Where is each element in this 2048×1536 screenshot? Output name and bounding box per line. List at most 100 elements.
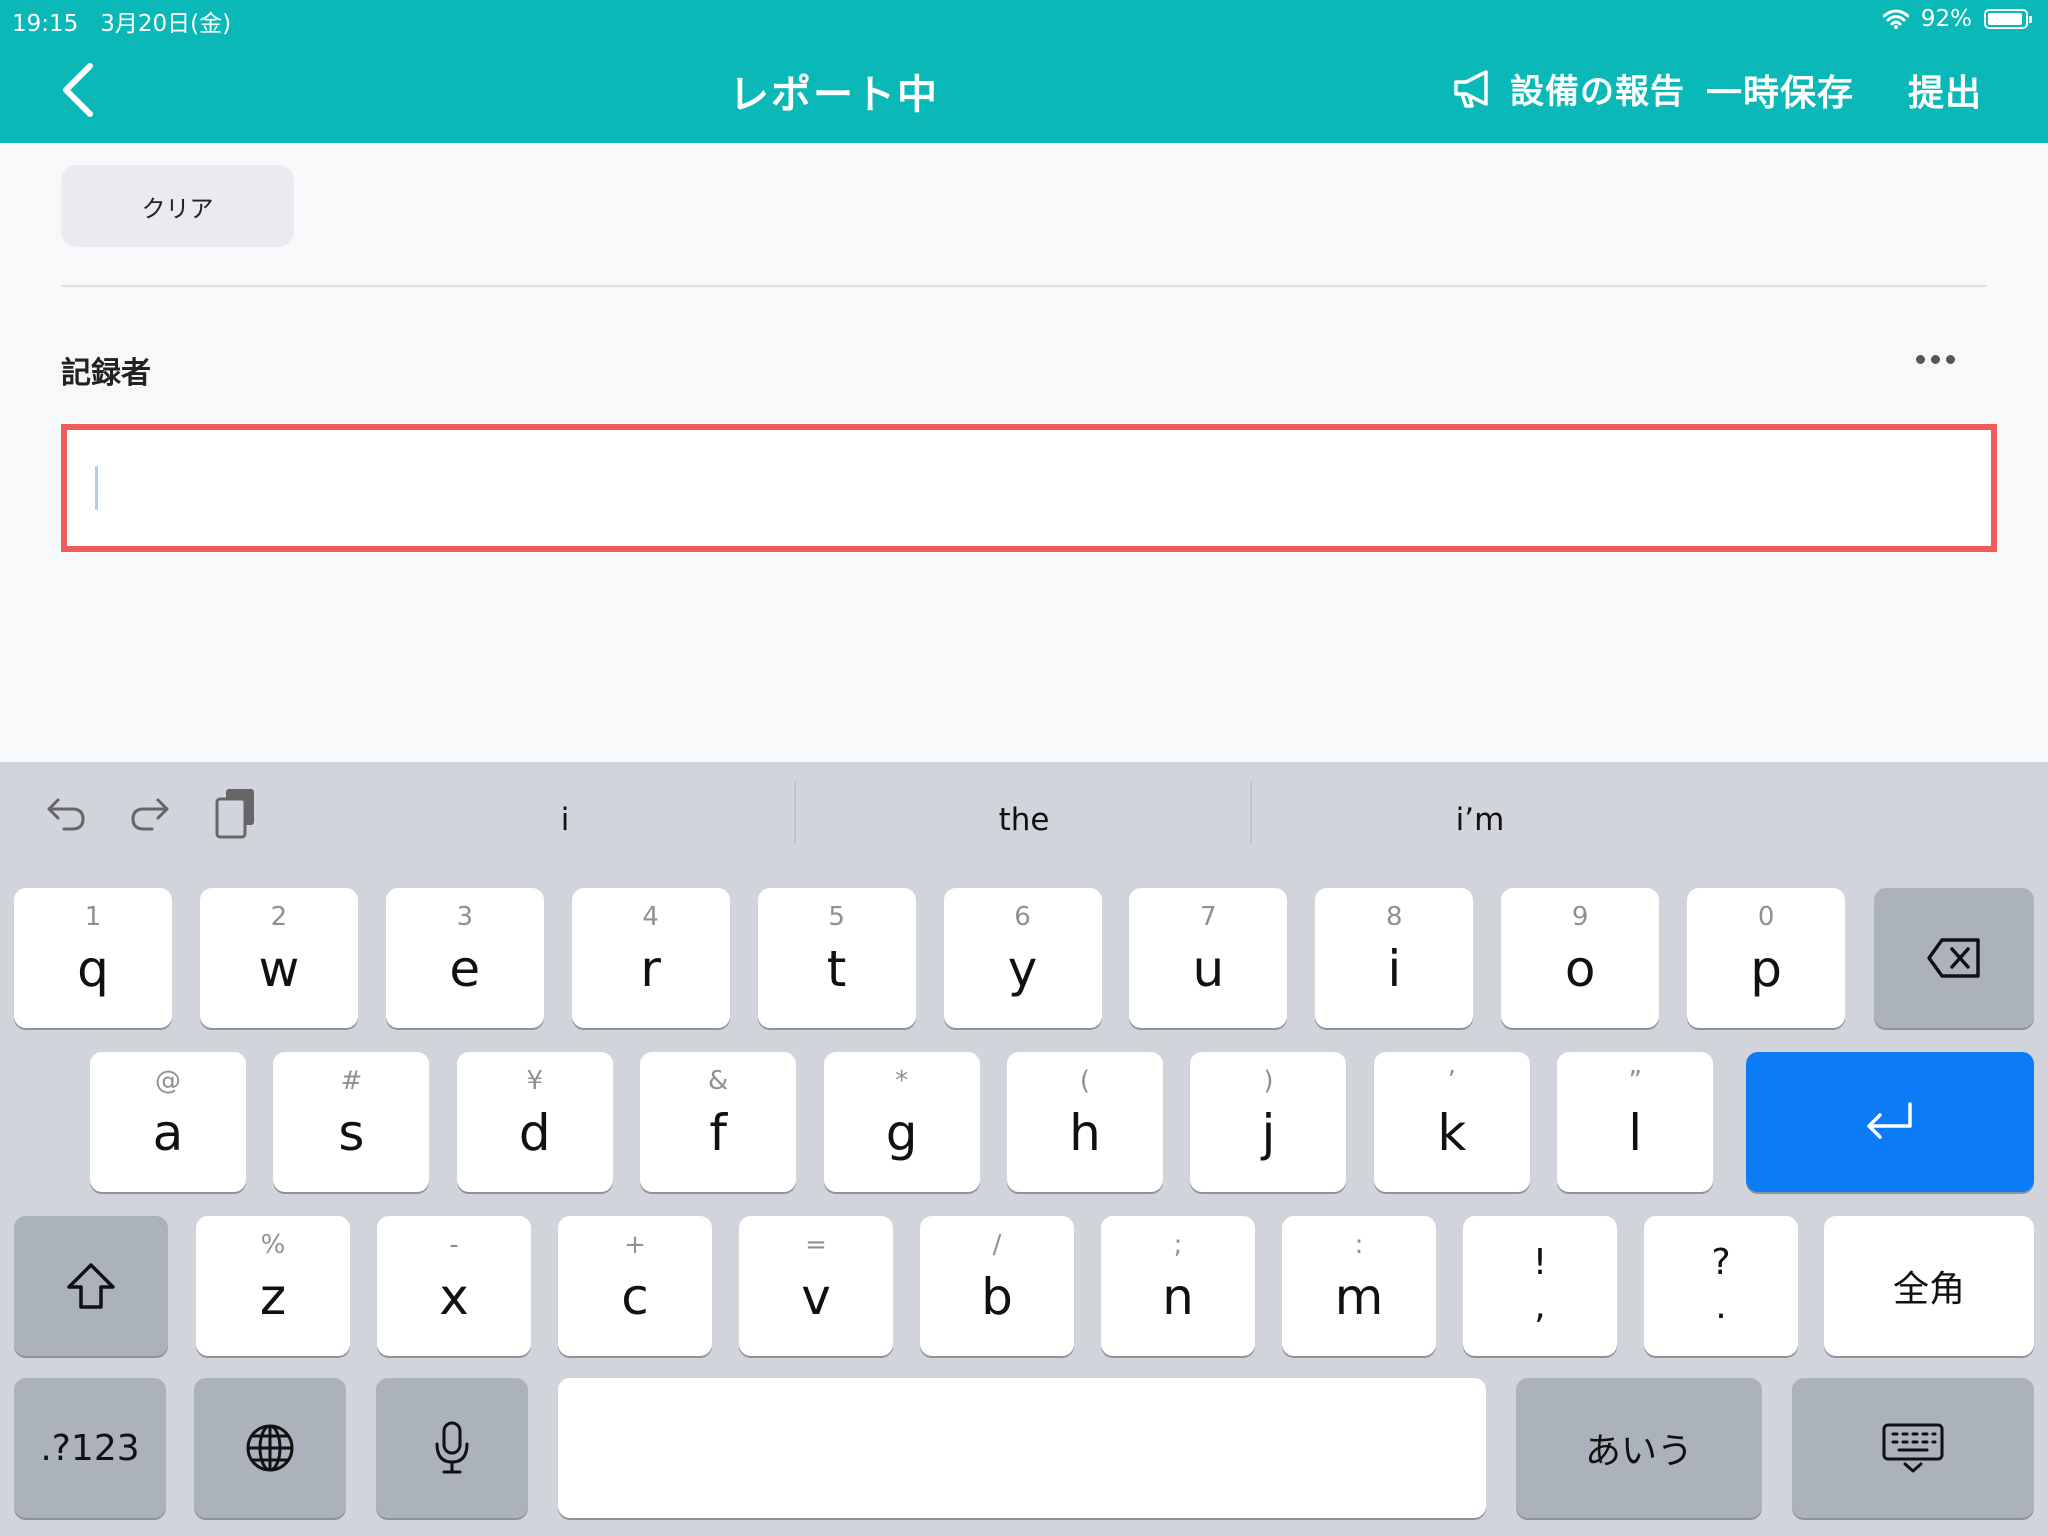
key-primary-label: t (826, 940, 847, 998)
return-icon (1867, 1102, 1912, 1139)
key-primary-label: d (518, 1104, 551, 1162)
report-equipment-label: 設備の報告 (1510, 72, 1685, 112)
key-v[interactable]: = v (739, 1216, 893, 1356)
space-key[interactable] (558, 1378, 1486, 1518)
key-secondary-label: @ (155, 1066, 181, 1096)
key-primary-label: z (259, 1268, 287, 1326)
key-primary-label: c (621, 1268, 649, 1326)
key-s[interactable]: # s (273, 1052, 430, 1192)
key-primary-label: m (1334, 1268, 1384, 1326)
key-k[interactable]: ’ k (1373, 1052, 1530, 1192)
key-secondary-label: # (340, 1066, 363, 1096)
key-secondary-label: 0 (1757, 902, 1775, 932)
key-t[interactable]: 5t (757, 888, 916, 1028)
key-r[interactable]: 4r (571, 888, 730, 1028)
key-primary-label: v (801, 1268, 831, 1326)
key-g[interactable]: * g (823, 1052, 980, 1192)
numbers-key-label: .?123 (40, 1427, 140, 1469)
key-secondary-label: : (1354, 1230, 1364, 1260)
key-primary-label: o (1564, 940, 1596, 998)
prediction-3[interactable]: i’m (1252, 802, 1708, 842)
save-draft-button[interactable]: 一時保存 (1706, 64, 1854, 116)
globe-key[interactable] (194, 1378, 346, 1518)
key-a[interactable]: @ a (90, 1052, 246, 1192)
prediction-2[interactable]: the (796, 802, 1252, 842)
key-u[interactable]: 7u (1129, 888, 1288, 1028)
key-secondary-label: * (895, 1066, 909, 1096)
key-e[interactable]: 3e (385, 888, 544, 1028)
submit-button[interactable]: 提出 (1908, 64, 1982, 116)
navigation-bar: 19:15 3月20日(金) 92% レポート中 設備の報告 一時保存 提出 (0, 0, 2048, 143)
status-time: 19:15 (12, 11, 79, 37)
key-primary-label: b (981, 1268, 1013, 1326)
key-i[interactable]: 8i (1315, 888, 1474, 1028)
key-secondary-label: ( (1079, 1066, 1091, 1096)
wifi-icon (1882, 9, 1909, 29)
key-d[interactable]: ¥ d (456, 1052, 613, 1192)
key-primary-label: r (640, 940, 661, 998)
clear-button[interactable]: クリア (61, 165, 294, 247)
key-primary-label: h (1069, 1104, 1101, 1162)
delete-key[interactable] (1874, 888, 2034, 1028)
key-secondary-label: 7 (1200, 902, 1217, 932)
kana-key[interactable]: あいう (1516, 1378, 1762, 1518)
punctuation-key-1[interactable]: !, (1463, 1216, 1617, 1356)
key-secondary-label: & (708, 1066, 729, 1096)
recorder-input[interactable] (61, 424, 1997, 552)
key-q[interactable]: 1q (14, 888, 172, 1028)
key-primary-label: y (1007, 940, 1038, 998)
key-c[interactable]: + c (558, 1216, 712, 1356)
key-upper-symbol: ? (1711, 1242, 1731, 1283)
key-p[interactable]: 0p (1687, 888, 1846, 1028)
key-secondary-label: ¥ (526, 1066, 544, 1096)
key-primary-label: i (1387, 940, 1402, 998)
key-primary-label: j (1261, 1104, 1276, 1162)
more-options-icon[interactable] (1916, 355, 1955, 364)
status-bar-time: 19:15 3月20日(金) (12, 4, 231, 38)
globe-icon (246, 1424, 294, 1472)
key-o[interactable]: 9o (1501, 888, 1660, 1028)
battery-percent: 92% (1920, 6, 1972, 32)
key-secondary-label: ; (1173, 1230, 1183, 1260)
key-f[interactable]: & f (640, 1052, 797, 1192)
key-secondary-label: ) (1263, 1066, 1274, 1096)
recorder-field-label: 記録者 (61, 356, 151, 391)
key-x[interactable]: -x (377, 1216, 531, 1356)
key-primary-label: q (77, 940, 109, 998)
dismiss-keyboard-key[interactable] (1792, 1378, 2034, 1518)
key-secondary-label: - (449, 1230, 459, 1260)
report-equipment-button[interactable]: 設備の報告 (1452, 64, 1685, 113)
status-date: 3月20日(金) (100, 11, 232, 37)
key-b[interactable]: / b (920, 1216, 1074, 1356)
key-primary-label: u (1192, 940, 1225, 998)
key-n[interactable]: ; n (1101, 1216, 1255, 1356)
shift-icon (67, 1263, 115, 1309)
key-primary-label: x (439, 1268, 469, 1326)
numbers-key[interactable]: .?123 (14, 1378, 166, 1518)
key-primary-label: e (449, 940, 481, 998)
clipboard-icon[interactable] (214, 786, 258, 840)
key-w[interactable]: 2w (199, 888, 358, 1028)
key-m[interactable]: :m (1282, 1216, 1436, 1356)
punctuation-key-2[interactable]: ?. (1644, 1216, 1798, 1356)
microphone-icon (435, 1421, 469, 1474)
key-j[interactable]: ) j (1190, 1052, 1347, 1192)
key-primary-label: l (1628, 1104, 1643, 1162)
key-lower-symbol: , (1534, 1286, 1546, 1327)
key-l[interactable]: ” l (1557, 1052, 1714, 1192)
key-h[interactable]: (h (1007, 1052, 1163, 1192)
key-secondary-label: 9 (1571, 902, 1589, 932)
keyboard-dismiss-icon (1882, 1423, 1944, 1473)
undo-icon[interactable] (44, 790, 88, 834)
key-z[interactable]: % z (196, 1216, 350, 1356)
prediction-1[interactable]: i (330, 802, 800, 842)
microphone-key[interactable] (376, 1378, 528, 1518)
shift-key[interactable] (14, 1216, 168, 1356)
key-secondary-label: = (805, 1230, 827, 1260)
key-y[interactable]: 6y (943, 888, 1102, 1028)
return-key[interactable] (1746, 1052, 2034, 1192)
fullwidth-key[interactable]: 全角 (1824, 1216, 2034, 1356)
redo-icon[interactable] (128, 790, 172, 834)
kana-key-label: あいう (1584, 1431, 1693, 1472)
key-primary-label: w (258, 940, 300, 998)
